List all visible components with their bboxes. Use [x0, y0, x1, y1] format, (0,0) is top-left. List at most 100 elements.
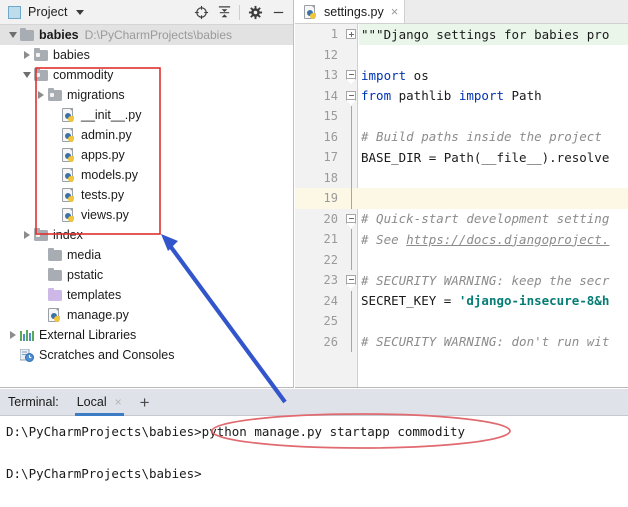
fold-marker-tailv	[350, 126, 352, 147]
python-file-icon	[61, 147, 77, 163]
tree-node--init-py[interactable]: __init__.py	[0, 105, 293, 125]
fold-marker-plus[interactable]	[346, 29, 356, 39]
code-token: from	[361, 88, 392, 104]
tree-node-external-libraries[interactable]: External Libraries	[0, 325, 293, 345]
chevron-down-icon[interactable]	[20, 65, 33, 85]
chevron-right-icon[interactable]	[20, 45, 33, 65]
line-number: 13	[323, 68, 338, 83]
code-text: # SECURITY WARNING: don't run wit	[359, 332, 628, 353]
tree-node-index[interactable]: index	[0, 225, 293, 245]
code-token: # SECURITY WARNING: keep the secr	[361, 272, 610, 288]
editor-tab-bar: settings.py ×	[295, 0, 628, 24]
tree-node-path: D:\PyCharmProjects\babies	[84, 28, 232, 42]
code-line: 20 # Quick-start development setting	[295, 209, 628, 230]
code-line: 22	[295, 249, 628, 270]
python-file-icon	[47, 307, 63, 323]
tree-node-babies[interactable]: babies D:\PyCharmProjects\babies	[0, 25, 293, 45]
terminal-tab-bar: Terminal: Local × +	[0, 389, 628, 416]
add-terminal-tab-button[interactable]: +	[140, 394, 150, 411]
fold-marker-tailv	[350, 311, 352, 332]
tree-node-views-py[interactable]: views.py	[0, 205, 293, 225]
python-file-icon	[61, 127, 77, 143]
editor-tab-settings-py[interactable]: settings.py ×	[295, 0, 406, 23]
fold-marker-arrow[interactable]	[346, 275, 356, 285]
code-token: import	[361, 67, 407, 83]
tree-node-pstatic[interactable]: pstatic	[0, 265, 293, 285]
tree-node-scratches-and-consoles[interactable]: Scratches and Consoles	[0, 345, 293, 365]
terminal-output[interactable]: D:\PyCharmProjects\babies>python manage.…	[0, 416, 628, 487]
code-text: import os	[359, 65, 628, 86]
tree-node-migrations[interactable]: migrations	[0, 85, 293, 105]
code-line: 18	[295, 167, 628, 188]
locate-icon[interactable]	[190, 2, 212, 24]
settings-gear-icon[interactable]	[244, 2, 266, 24]
code-token: import	[458, 88, 504, 104]
chevron-right-icon[interactable]	[6, 325, 19, 345]
python-file-icon	[61, 167, 77, 183]
terminal-tool-window: Terminal: Local × + D:\PyCharmProjects\b…	[0, 389, 628, 507]
tree-node-media[interactable]: media	[0, 245, 293, 265]
code-text: """Django settings for babies pro	[359, 24, 628, 45]
tree-node-models-py[interactable]: models.py	[0, 165, 293, 185]
code-line: 16 # Build paths inside the project	[295, 126, 628, 147]
fold-marker-tailv	[350, 249, 352, 270]
close-icon[interactable]: ×	[115, 395, 122, 409]
line-number: 17	[323, 150, 338, 165]
external-libraries-icon	[19, 327, 35, 343]
code-text: from pathlib import Path	[359, 86, 628, 107]
code-line: 24 SECRET_KEY = 'django-insecure-8&h	[295, 290, 628, 311]
tree-node-tests-py[interactable]: tests.py	[0, 185, 293, 205]
code-line: 14 from pathlib import Path	[295, 86, 628, 107]
code-text	[359, 188, 628, 209]
tree-node-templates[interactable]: templates	[0, 285, 293, 305]
code-line: 17 BASE_DIR = Path(__file__).resolve	[295, 147, 628, 168]
line-number: 21	[323, 232, 338, 247]
tree-node-manage-py[interactable]: manage.py	[0, 305, 293, 325]
tree-node-babies[interactable]: babies	[0, 45, 293, 65]
line-number: 23	[323, 273, 338, 288]
terminal-tab-local[interactable]: Local ×	[74, 389, 124, 416]
code-line: 21 # See https://docs.djangoproject.	[295, 229, 628, 250]
line-number: 14	[323, 88, 338, 103]
fold-marker-arrow[interactable]	[346, 213, 356, 224]
hide-panel-icon[interactable]	[267, 2, 289, 24]
toolbar-divider	[239, 5, 240, 20]
module-folder-icon	[47, 87, 63, 103]
fold-marker-tailv	[350, 229, 352, 250]
chevron-right-icon[interactable]	[20, 225, 33, 245]
chevron-down-icon[interactable]	[6, 25, 19, 45]
fold-marker-tailv	[350, 188, 352, 209]
project-panel-toolbar	[190, 0, 289, 25]
code-editor[interactable]: 1 """Django settings for babies pro 12 13 im…	[295, 24, 628, 387]
tree-node-commodity[interactable]: commodity	[0, 65, 293, 85]
fold-marker-arrow[interactable]	[346, 90, 356, 101]
tree-node-admin-py[interactable]: admin.py	[0, 125, 293, 145]
project-file-tree[interactable]: babies D:\PyCharmProjects\babies babies com…	[0, 25, 293, 365]
code-line: 26 # SECURITY WARNING: don't run wit	[295, 331, 628, 353]
collapse-all-icon[interactable]	[213, 2, 235, 24]
line-number: 1	[330, 27, 338, 42]
tree-node-label: babies	[53, 48, 90, 62]
code-token: """Django settings for babies pro	[361, 26, 610, 42]
code-token[interactable]: https://docs.djangoproject.	[406, 232, 609, 247]
code-token: # See	[361, 231, 407, 247]
chevron-down-icon[interactable]	[75, 9, 84, 15]
close-icon[interactable]: ×	[391, 5, 399, 18]
fold-marker-arrow[interactable]	[346, 70, 356, 80]
code-token: # Build paths inside the project	[361, 129, 602, 145]
tree-node-apps-py[interactable]: apps.py	[0, 145, 293, 165]
code-token: # SECURITY WARNING: don't run wit	[361, 334, 610, 350]
tree-node-label: babies	[39, 28, 79, 42]
chevron-right-icon[interactable]	[34, 85, 47, 105]
